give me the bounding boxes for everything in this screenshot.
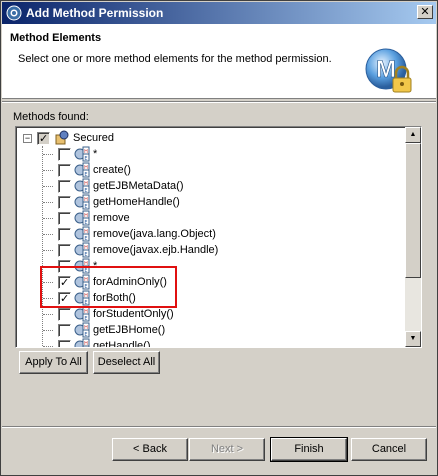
method-checkbox[interactable] xyxy=(58,340,71,347)
method-checkbox[interactable] xyxy=(58,244,71,257)
method-row[interactable]: H Eremove(java.lang.Object) xyxy=(17,226,397,242)
vertical-scrollbar[interactable]: ▲ ▼ xyxy=(405,127,421,347)
tree-branch-line xyxy=(43,250,53,251)
svg-text:H: H xyxy=(84,325,88,331)
method-label: create() xyxy=(93,164,131,176)
method-row[interactable]: HEgetHandle() xyxy=(17,338,397,348)
method-element-icon: HE xyxy=(74,210,90,226)
root-checkbox[interactable] xyxy=(37,131,50,147)
highlight-annotation xyxy=(40,266,177,308)
method-checkbox[interactable] xyxy=(58,228,71,241)
method-element-icon: HE xyxy=(74,322,90,338)
svg-text:H: H xyxy=(84,149,88,155)
tree-branch-line xyxy=(43,330,53,331)
tree-branch-line xyxy=(43,218,53,219)
tree-branch-line xyxy=(43,170,53,171)
window-title: Add Method Permission xyxy=(26,6,164,20)
svg-text:H: H xyxy=(84,245,88,251)
method-label: remove(java.lang.Object) xyxy=(93,228,216,240)
method-row[interactable]: H EgetEJBHome() xyxy=(17,322,397,338)
header-separator xyxy=(2,101,436,103)
title-bar: Add Method Permission ✕ xyxy=(2,2,436,24)
finish-button[interactable]: Finish xyxy=(270,437,348,462)
method-element-icon: HE xyxy=(74,338,90,347)
scroll-up-icon[interactable]: ▲ xyxy=(405,127,421,143)
method-element-icon: HE xyxy=(74,162,90,178)
eclipse-icon xyxy=(6,5,22,21)
method-label: getHandle() xyxy=(93,340,151,348)
footer-separator xyxy=(2,426,436,428)
svg-text:H: H xyxy=(84,197,88,203)
method-label: remove xyxy=(93,212,130,224)
method-row[interactable]: H EforStudentOnly() xyxy=(17,306,397,322)
method-row[interactable]: H EgetHomeHandle() xyxy=(17,194,397,210)
method-label: * xyxy=(93,148,98,160)
method-checkbox[interactable] xyxy=(58,196,71,209)
svg-text:H: H xyxy=(84,181,88,187)
wizard-header: Method Elements Select one or more metho… xyxy=(2,24,436,99)
deselect-all-button[interactable]: Deselect All xyxy=(93,351,160,374)
method-row[interactable]: H Ecreate() xyxy=(17,162,397,178)
method-label: getEJBMetaData() xyxy=(93,180,184,192)
tree-branch-line xyxy=(43,346,53,347)
svg-text:H: H xyxy=(84,165,88,171)
method-element-icon: HE xyxy=(74,146,90,162)
method-checkbox[interactable] xyxy=(58,180,71,193)
tree-branch-line xyxy=(43,186,53,187)
methods-tree[interactable]: − Secured HE*HEcreate()HEgetEJBMetaData(… xyxy=(15,126,422,348)
methods-found-label: Methods found: xyxy=(13,111,89,123)
bean-icon xyxy=(55,130,69,145)
method-checkbox[interactable] xyxy=(58,148,71,161)
page-title: Method Elements xyxy=(10,32,102,44)
tree-branch-line xyxy=(43,202,53,203)
tree-branch-line xyxy=(43,314,53,315)
close-button[interactable]: ✕ xyxy=(417,5,433,19)
method-label: getHomeHandle() xyxy=(93,196,180,208)
method-checkbox[interactable] xyxy=(58,164,71,177)
method-checkbox[interactable] xyxy=(58,324,71,337)
tree-content: − Secured HE*HEcreate()HEgetEJBMetaData(… xyxy=(17,128,407,348)
svg-text:H: H xyxy=(84,341,88,347)
method-label: forStudentOnly() xyxy=(93,308,174,320)
method-checkbox[interactable] xyxy=(58,212,71,225)
page-description: Select one or more method elements for t… xyxy=(18,53,332,65)
method-permission-lock-icon: M xyxy=(365,48,412,93)
tree-branch-line xyxy=(43,234,53,235)
method-row[interactable]: H E * xyxy=(17,146,397,162)
apply-to-all-button[interactable]: Apply To All xyxy=(19,351,88,374)
tree-root-row[interactable]: − Secured xyxy=(17,130,397,147)
method-label: remove(javax.ejb.Handle) xyxy=(93,244,219,256)
tree-branch-line xyxy=(43,154,53,155)
method-checkbox[interactable] xyxy=(58,308,71,321)
next-button[interactable]: Next > xyxy=(189,438,265,461)
svg-text:H: H xyxy=(84,309,88,315)
tree-root-label: Secured xyxy=(73,132,114,144)
collapse-icon[interactable]: − xyxy=(23,134,32,143)
method-row[interactable]: H Eremove xyxy=(17,210,397,226)
svg-text:H: H xyxy=(84,229,88,235)
method-label: getEJBHome() xyxy=(93,324,166,336)
method-row[interactable]: H EgetEJBMetaData() xyxy=(17,178,397,194)
method-element-icon: HE xyxy=(74,194,90,210)
method-row[interactable]: H Eremove(javax.ejb.Handle) xyxy=(17,242,397,258)
scroll-down-icon[interactable]: ▼ xyxy=(405,331,421,347)
cancel-button[interactable]: Cancel xyxy=(351,438,427,461)
back-button[interactable]: < Back xyxy=(112,438,188,461)
method-element-icon: HE xyxy=(74,306,90,322)
method-element-icon: HE xyxy=(74,242,90,258)
method-element-icon: HE xyxy=(74,178,90,194)
svg-text:H: H xyxy=(84,213,88,219)
scrollbar-thumb[interactable] xyxy=(405,143,421,278)
dialog-window: Add Method Permission ✕ Method Elements … xyxy=(0,0,438,476)
method-element-icon: HE xyxy=(74,226,90,242)
